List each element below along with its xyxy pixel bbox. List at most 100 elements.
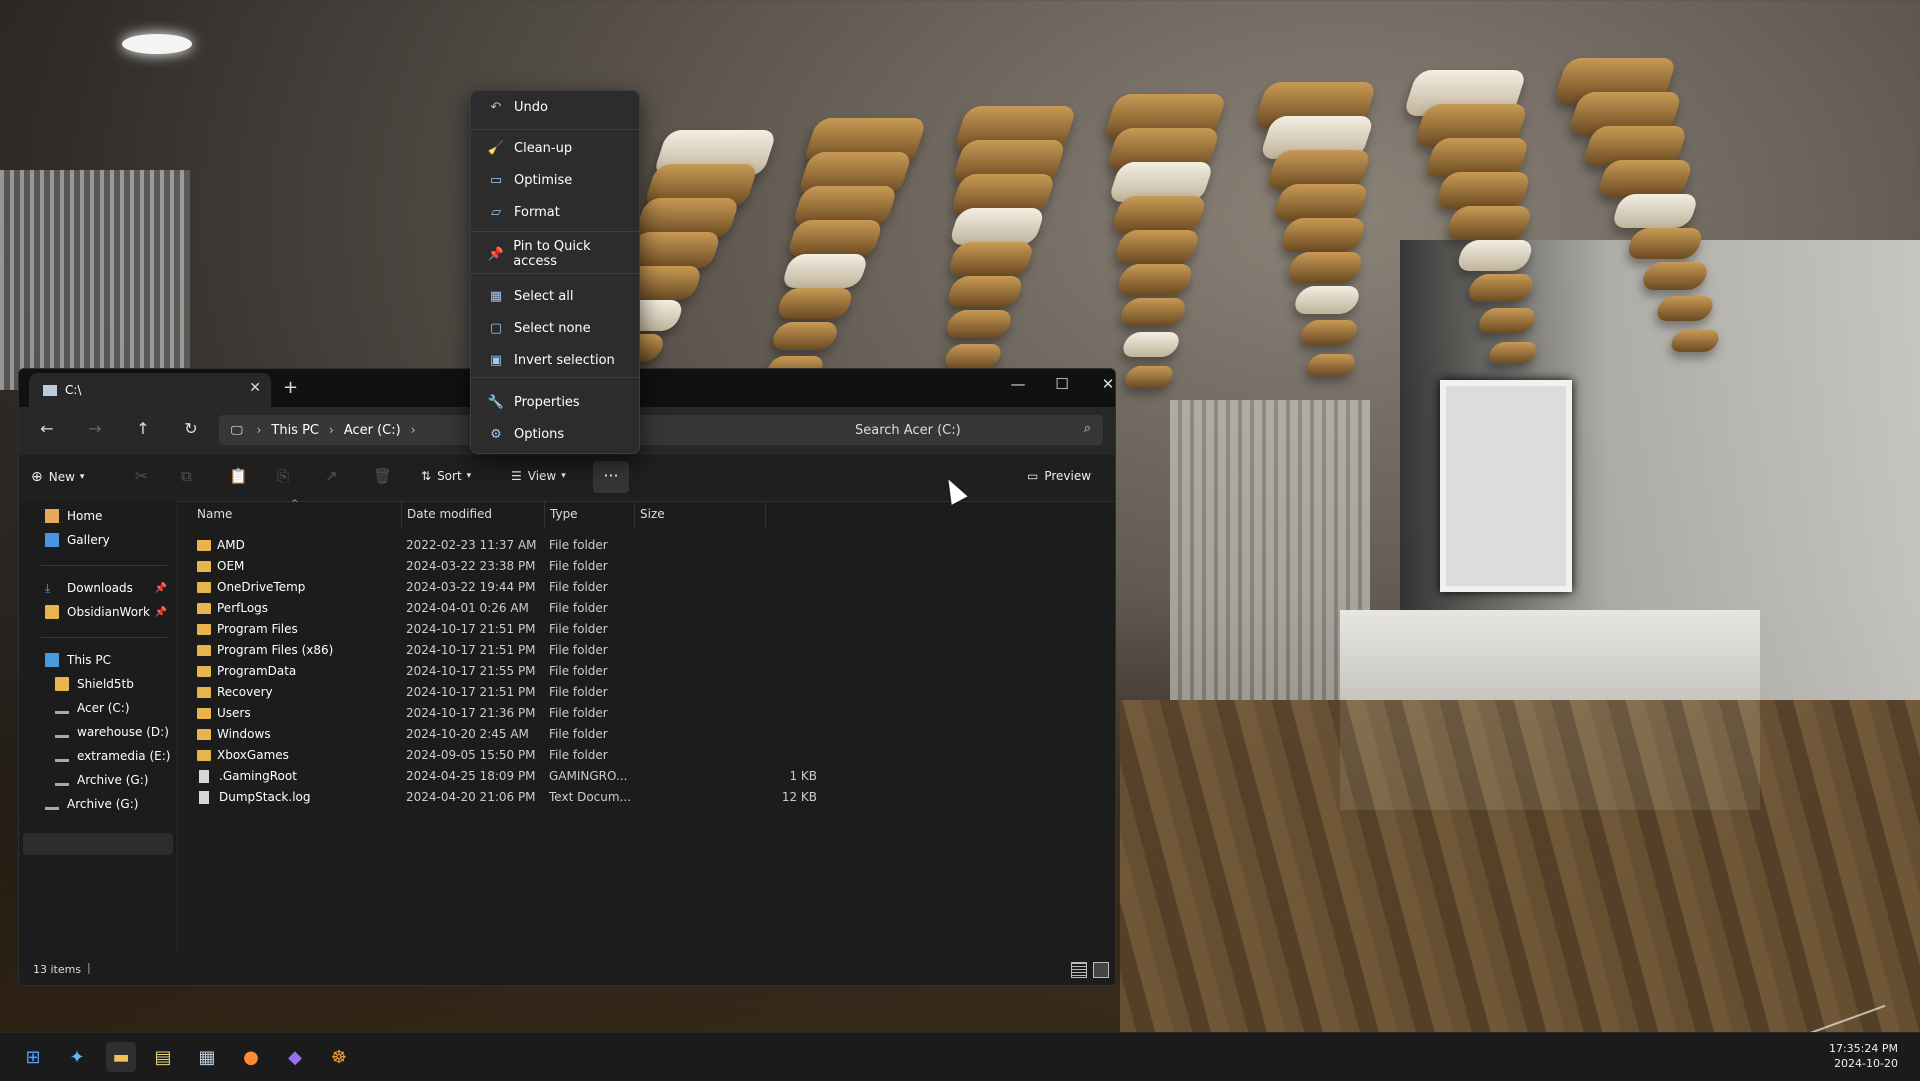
details-view-icon[interactable]: [1071, 962, 1087, 978]
menu-item-format[interactable]: ▱ Format: [475, 197, 633, 227]
see-more-button[interactable]: ···: [593, 461, 629, 493]
menu-item-select-all[interactable]: ▦ Select all: [475, 281, 633, 311]
rename-icon[interactable]: ⎘: [277, 467, 289, 485]
view-button[interactable]: ☰ View ▾: [511, 469, 566, 483]
sidebar-item-downloads[interactable]: ⤓ Downloads 📌: [45, 577, 173, 599]
close-tab-icon[interactable]: ✕: [249, 380, 261, 396]
sidebar-item-home[interactable]: Home: [45, 505, 102, 527]
menu-item-options[interactable]: ⚙ Options: [475, 419, 633, 449]
sidebar-item-gallery[interactable]: Gallery: [45, 529, 110, 551]
column-header-date-modified[interactable]: Date modified: [407, 507, 492, 521]
column-header-name[interactable]: Name: [197, 507, 232, 521]
file-row[interactable]: Program Files (x86) 2024-10-17 21:51 PM Fi…: [197, 640, 817, 660]
file-name: DumpStack.log: [219, 790, 311, 804]
file-row[interactable]: XboxGames 2024-09-05 15:50 PM File folder: [197, 745, 817, 765]
forward-button[interactable]: →: [83, 419, 107, 438]
maximize-button[interactable]: ☐: [1047, 375, 1077, 393]
sidebar-item-this-pc[interactable]: This PC: [45, 649, 111, 671]
firefox-icon[interactable]: ●: [236, 1042, 266, 1072]
column-divider[interactable]: [401, 501, 402, 529]
app-icon[interactable]: ☸: [324, 1042, 354, 1072]
menu-item-undo[interactable]: ↶ Undo: [475, 92, 633, 122]
wallpaper-ceiling-tile: [944, 276, 1026, 307]
sort-button[interactable]: ⇅ Sort ▾: [421, 469, 471, 483]
preview-button[interactable]: ▭ Preview: [1027, 469, 1091, 483]
file-row[interactable]: Recovery 2024-10-17 21:51 PM File folder: [197, 682, 817, 702]
breadcrumb-acer-c[interactable]: Acer (C:): [344, 423, 401, 438]
menu-item-optimise[interactable]: ▭ Optimise: [475, 165, 633, 195]
file-date: 2024-10-17 21:55 PM: [406, 664, 536, 678]
search-icon: ⌕: [1083, 421, 1091, 436]
refresh-button[interactable]: ↻: [179, 419, 203, 438]
file-row[interactable]: Program Files 2024-10-17 21:51 PM File fol…: [197, 619, 817, 639]
delete-icon[interactable]: 🗑: [373, 467, 392, 485]
file-row[interactable]: PerfLogs 2024-04-01 0:26 AM File folder: [197, 598, 817, 618]
minimize-button[interactable]: —: [1003, 375, 1033, 393]
breadcrumb-this-pc[interactable]: This PC: [271, 423, 319, 438]
close-window-button[interactable]: ✕: [1093, 375, 1115, 393]
sidebar-selection-highlight: [23, 833, 173, 855]
column-header-size[interactable]: Size: [640, 507, 665, 521]
sidebar-item-acer-c[interactable]: Acer (C:): [55, 697, 130, 719]
sidebar-item-obsidianwork[interactable]: ObsidianWork 📌: [45, 601, 173, 623]
sidebar-item-extramedia-e[interactable]: extramedia (E:): [55, 745, 170, 767]
menu-item-pin-to-quick-access[interactable]: 📌 Pin to Quick access: [475, 239, 633, 269]
menu-item-label: Select all: [514, 288, 574, 304]
file-row[interactable]: ProgramData 2024-10-17 21:55 PM File folde…: [197, 661, 817, 681]
sidebar-item-archive-g[interactable]: Archive (G:): [55, 769, 148, 791]
view-label: View: [527, 469, 557, 483]
wallpaper-ceiling-tile: [785, 220, 885, 257]
tab-c-drive[interactable]: C:\ ✕: [29, 373, 271, 407]
cut-icon[interactable]: ✂: [135, 467, 148, 485]
sidebar-item-label: Archive (G:): [77, 773, 149, 787]
sidebar-item-label: Acer (C:): [77, 701, 130, 715]
obsidian-icon[interactable]: ◆: [280, 1042, 310, 1072]
notepad-icon[interactable]: ▤: [148, 1042, 178, 1072]
back-button[interactable]: ←: [35, 419, 59, 438]
windows-start-icon[interactable]: ⊞: [18, 1042, 48, 1072]
file-explorer-icon[interactable]: ▬: [106, 1042, 136, 1072]
file-name: Program Files: [217, 622, 298, 636]
file-row[interactable]: OEM 2024-03-22 23:38 PM File folder: [197, 556, 817, 576]
pin-icon[interactable]: 📌: [155, 607, 167, 618]
file-row[interactable]: Windows 2024-10-20 2:45 AM File folder: [197, 724, 817, 744]
pin-icon[interactable]: 📌: [155, 583, 167, 594]
menu-item-clean-up[interactable]: 🧹 Clean-up: [475, 133, 633, 163]
system-clock[interactable]: 17:35:24 PM 2024-10-20: [1829, 1041, 1898, 1071]
gallery-icon: [45, 533, 59, 547]
file-row[interactable]: .GamingRoot 2024-04-25 18:09 PM GAMINGRO..…: [197, 766, 817, 786]
column-divider[interactable]: [634, 501, 635, 529]
file-name-cell: Program Files: [197, 622, 298, 636]
search-box[interactable]: Search Acer (C:) ⌕: [841, 415, 1103, 445]
copilot-icon[interactable]: ✦: [62, 1042, 92, 1072]
file-row[interactable]: Users 2024-10-17 21:36 PM File folder: [197, 703, 817, 723]
navigation-pane: Home Gallery ⤓ Downloads 📌 ObsidianWork …: [19, 501, 178, 955]
file-row[interactable]: AMD 2022-02-23 11:37 AM File folder: [197, 535, 817, 555]
file-row[interactable]: DumpStack.log 2024-04-20 21:06 PM Text Doc…: [197, 787, 817, 807]
large-icons-view-icon[interactable]: [1093, 962, 1109, 978]
up-button[interactable]: ↑: [131, 419, 155, 438]
menu-item-properties[interactable]: 🔧 Properties: [475, 387, 633, 417]
new-tab-button[interactable]: +: [283, 377, 298, 398]
column-divider[interactable]: [765, 501, 766, 529]
sidebar-item-shield5tb[interactable]: Shield5tb: [55, 673, 134, 695]
wallpaper-ceiling-tile: [1122, 366, 1176, 388]
menu-item-select-none[interactable]: ▢ Select none: [475, 313, 633, 343]
column-header-type[interactable]: Type: [550, 507, 578, 521]
paste-icon[interactable]: 📋: [229, 467, 248, 485]
wallpaper-ceiling-tile: [1444, 206, 1534, 240]
file-name-cell: DumpStack.log: [197, 790, 310, 804]
select-none-icon: ▢: [489, 320, 503, 336]
copy-icon[interactable]: ⧉: [181, 467, 192, 485]
share-icon[interactable]: ↗: [325, 467, 338, 485]
sidebar-item-archive-g-network[interactable]: Archive (G:): [45, 793, 138, 815]
menu-item-invert-selection[interactable]: ▣ Invert selection: [475, 345, 633, 375]
file-row[interactable]: OneDriveTemp 2024-03-22 19:44 PM File fold…: [197, 577, 817, 597]
new-button[interactable]: ⊕ New ▾: [31, 469, 84, 485]
calculator-icon[interactable]: ▦: [192, 1042, 222, 1072]
wallpaper-ceiling-tile: [946, 242, 1036, 276]
pin-icon: 📌: [487, 246, 504, 262]
file-name-cell: Program Files (x86): [197, 643, 333, 657]
column-divider[interactable]: [544, 501, 545, 529]
sidebar-item-warehouse-d[interactable]: warehouse (D:): [55, 721, 169, 743]
